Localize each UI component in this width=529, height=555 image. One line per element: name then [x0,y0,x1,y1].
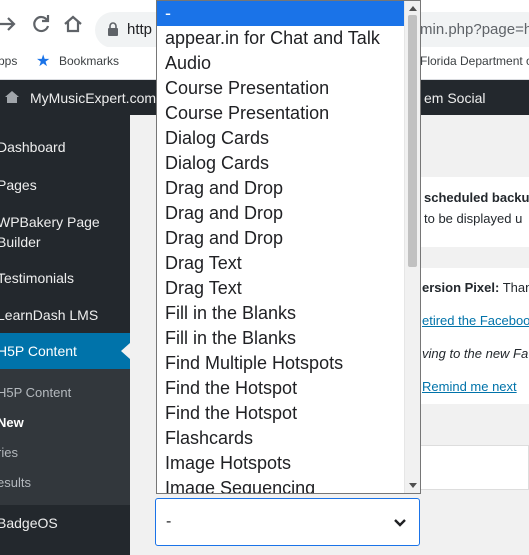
dropdown-option[interactable]: Drag and Drop [157,176,420,201]
admin-bar-social[interactable]: em Social [424,90,485,106]
dropdown-option[interactable]: Drag and Drop [157,226,420,251]
home-icon[interactable] [59,10,87,38]
sidebar-item-label: BadgeOS [0,515,58,531]
content-type-dropdown-list[interactable]: - appear.in for Chat and Talk Audio Course … [156,0,421,494]
submenu-item-h5p-content[interactable]: H5P Content [0,385,71,400]
sidebar-item-label: Pages [0,177,37,193]
bookmark-apps[interactable]: pps [0,54,17,68]
sidebar-item-label: Testimonials [0,270,75,286]
notice-line-1: scheduled backu [424,190,529,205]
chevron-down-icon [393,515,407,533]
dropdown-option[interactable]: Find Multiple Hotspots [157,351,420,376]
select-value: - [166,513,172,530]
dropdown-option[interactable]: Dialog Cards [157,151,420,176]
dropdown-option[interactable]: - [157,1,420,26]
dropdown-option[interactable]: Drag and Drop [157,201,420,226]
dropdown-option[interactable]: Dialog Cards [157,126,420,151]
pixel-notice-text: ersion Pixel: Than [422,280,529,295]
bookmark-bookmarks[interactable]: Bookmarks [59,54,119,68]
dropdown-option[interactable]: Drag Text [157,251,420,276]
submenu: H5P Content New ries esults [0,369,130,505]
dropdown-scrollbar[interactable] [404,1,420,493]
sidebar-item-pages[interactable]: Pages [0,175,130,195]
submenu-item-libraries[interactable]: ries [0,445,18,460]
dropdown-option[interactable]: Image Hotspots [157,451,420,476]
active-indicator [121,343,130,359]
sidebar-item-dashboard[interactable]: Dashboard [0,137,130,157]
home-icon[interactable] [4,89,20,110]
star-icon: ★ [36,53,51,70]
sidebar-item-h5p-content[interactable]: H5P Content [0,333,130,369]
notice-line-2: to be displayed u [424,211,523,226]
scroll-down-arrow-icon[interactable] [409,483,417,488]
sidebar-item-label: LearnDash LMS [0,307,99,323]
submenu-item-new[interactable]: New [0,415,24,430]
remind-me-link[interactable]: Remind me next [422,379,517,394]
pixel-notice-label: ersion Pixel: [422,280,500,295]
content-panel [420,445,529,490]
dropdown-options: - appear.in for Chat and Talk Audio Course … [157,1,420,493]
dropdown-option[interactable]: Audio [157,51,420,76]
sidebar-item-badgeos[interactable]: BadgeOS [0,513,130,533]
dropdown-option[interactable]: Drag Text [157,276,420,301]
forward-icon[interactable] [0,10,22,38]
sidebar-item-testimonials[interactable]: Testimonials [0,268,130,288]
dropdown-option[interactable]: Course Presentation [157,76,420,101]
scrollbar-thumb[interactable] [408,15,417,267]
site-name[interactable]: MyMusicExpert.com [30,90,156,106]
sidebar-item-label: H5P Content [0,343,77,359]
scroll-up-arrow-icon[interactable] [409,6,417,11]
url-text-end: min.php?page=h5 [420,21,529,38]
sidebar-item-label: WPBakery Page Builder [0,214,100,250]
wp-sidebar: Dashboard Pages WPBakery Page Builder Te… [0,115,130,555]
lock-icon [107,22,119,42]
dropdown-option[interactable]: Course Presentation [157,101,420,126]
dropdown-option[interactable]: Image Sequencing [157,476,420,493]
bookmark-florida[interactable]: Florida Department o [420,54,529,68]
dropdown-option[interactable]: appear.in for Chat and Talk [157,26,420,51]
content-type-select[interactable]: - [155,498,420,546]
pixel-notice-rest: Than [502,280,529,295]
sidebar-item-wpbakery[interactable]: WPBakery Page Builder [0,212,125,252]
pixel-notice-line-4: ving to the new Fa [422,346,529,361]
dropdown-option[interactable]: Find the Hotspot [157,376,420,401]
sidebar-item-label: Dashboard [0,139,66,155]
facebook-link[interactable]: etired the Faceboo [422,313,529,328]
sidebar-item-learndash[interactable]: LearnDash LMS [0,305,130,325]
dropdown-option[interactable]: Flashcards [157,426,420,451]
dropdown-option[interactable]: Fill in the Blanks [157,301,420,326]
submenu-item-results[interactable]: esults [0,475,31,490]
reload-icon[interactable] [27,10,55,38]
dropdown-option[interactable]: Fill in the Blanks [157,326,420,351]
url-text-start: http [127,21,153,38]
dropdown-option[interactable]: Find the Hotspot [157,401,420,426]
